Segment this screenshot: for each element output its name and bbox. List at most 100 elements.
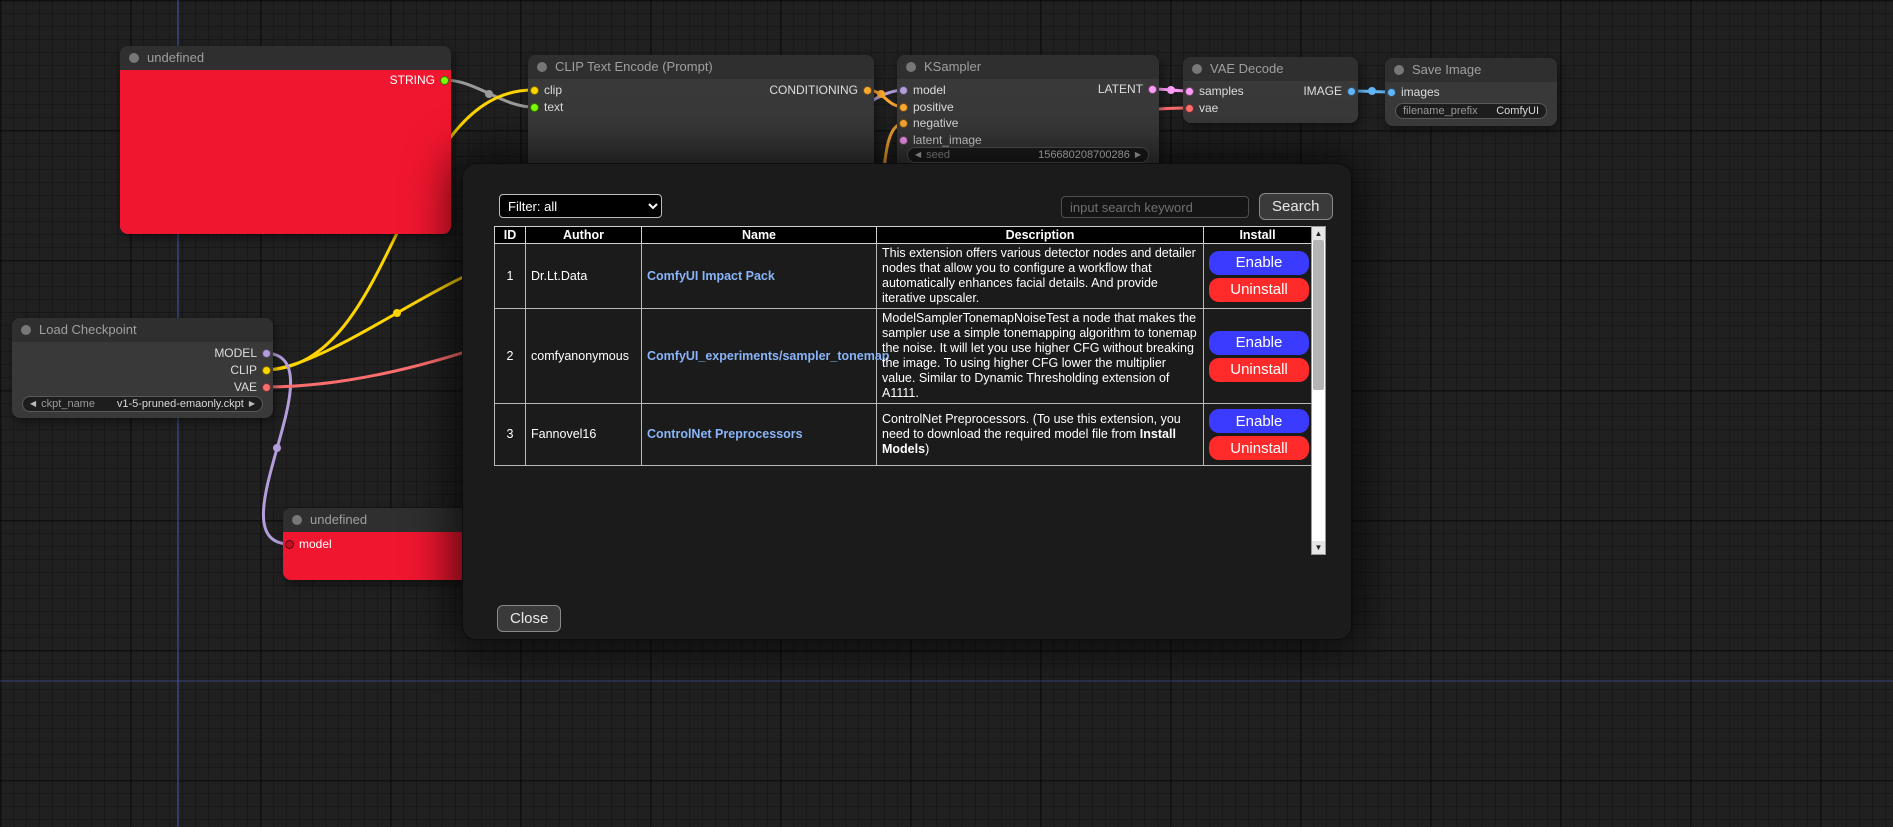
table-header-row: ID Author Name Description Install [495, 227, 1312, 244]
node-load-checkpoint[interactable]: Load Checkpoint MODEL CLIP VAE ◀ ckpt_na… [12, 318, 273, 418]
extension-id: 2 [495, 309, 526, 404]
scrollbar-thumb[interactable] [1313, 240, 1324, 390]
close-button[interactable]: Close [497, 605, 561, 632]
input-dot-negative[interactable] [899, 119, 908, 128]
output-dot-vae[interactable] [262, 383, 271, 392]
widget-ckpt-name[interactable]: ◀ ckpt_name v1-5-pruned-emaonly.ckpt ▶ [22, 396, 263, 412]
table-row: 3 Fannovel16 ControlNet Preprocessors Co… [495, 404, 1312, 466]
filter-select[interactable]: Filter: all [499, 194, 662, 218]
node-title-bar[interactable]: undefined [283, 508, 469, 532]
node-vae-decode[interactable]: VAE Decode samples vae IMAGE [1183, 57, 1358, 123]
output-slot-latent: LATENT [1098, 82, 1157, 96]
node-title: Load Checkpoint [39, 322, 137, 337]
node-title: KSampler [924, 59, 981, 74]
slot-label: vae [1199, 101, 1218, 115]
wire-midpoint-dot [485, 90, 493, 98]
error-node-body [120, 70, 451, 234]
slot-label: CONDITIONING [769, 83, 858, 97]
increment-icon[interactable]: ▶ [249, 396, 255, 412]
node-title-bar[interactable]: Save Image [1385, 58, 1557, 82]
extension-author: Fannovel16 [526, 404, 642, 466]
extension-description: ControlNet Preprocessors. (To use this e… [877, 404, 1204, 466]
input-dot-model[interactable] [899, 86, 908, 95]
node-title: undefined [147, 50, 204, 65]
output-slot-model: MODEL [214, 346, 271, 360]
node-title-bar[interactable]: KSampler [897, 55, 1159, 79]
output-slot-clip: CLIP [230, 363, 271, 377]
slot-label: model [299, 537, 332, 551]
enable-button[interactable]: Enable [1209, 409, 1309, 433]
input-slot-images: images [1387, 85, 1440, 99]
node-title-bar[interactable]: CLIP Text Encode (Prompt) [528, 55, 874, 79]
node-collapse-dot[interactable] [129, 53, 139, 63]
header-id: ID [495, 227, 526, 244]
input-slot-vae: vae [1185, 101, 1218, 115]
description-text: ModelSamplerTonemapNoiseTest a node that… [882, 311, 1197, 400]
node-title-bar[interactable]: Load Checkpoint [12, 318, 273, 342]
input-slot-latent-image: latent_image [899, 133, 982, 147]
enable-button[interactable]: Enable [1209, 331, 1309, 355]
node-save-image[interactable]: Save Image images filename_prefix ComfyU… [1385, 58, 1557, 126]
extension-name-link[interactable]: ComfyUI Impact Pack [647, 269, 775, 283]
slot-label: MODEL [214, 346, 257, 360]
input-dot-vae[interactable] [1185, 104, 1194, 113]
scroll-down-icon[interactable]: ▼ [1312, 541, 1325, 554]
output-dot-conditioning[interactable] [863, 86, 872, 95]
slot-label: clip [544, 83, 562, 97]
decrement-icon[interactable]: ◀ [915, 147, 921, 163]
node-title-bar[interactable]: VAE Decode [1183, 57, 1358, 81]
extension-install-cell: Enable Uninstall [1204, 309, 1312, 404]
scrollbar[interactable]: ▲ ▼ [1311, 226, 1326, 555]
input-dot-samples[interactable] [1185, 87, 1194, 96]
node-collapse-dot[interactable] [292, 515, 302, 525]
widget-seed[interactable]: ◀ seed 156680208700286 ▶ [907, 147, 1149, 163]
node-collapse-dot[interactable] [1192, 64, 1202, 74]
node-collapse-dot[interactable] [21, 325, 31, 335]
description-text: ) [925, 442, 929, 456]
widget-filename-prefix[interactable]: filename_prefix ComfyUI [1395, 103, 1547, 119]
node-collapse-dot[interactable] [1394, 65, 1404, 75]
enable-button[interactable]: Enable [1209, 251, 1309, 275]
decrement-icon[interactable]: ◀ [30, 396, 36, 412]
header-name: Name [642, 227, 877, 244]
input-dot-model[interactable] [285, 540, 294, 549]
slot-label: positive [913, 100, 954, 114]
search-input[interactable] [1061, 196, 1249, 218]
node-title: VAE Decode [1210, 61, 1283, 76]
extension-name-link[interactable]: ControlNet Preprocessors [647, 427, 803, 441]
node-undefined-bottom[interactable]: undefined model [283, 508, 469, 580]
slot-label: VAE [234, 380, 257, 394]
increment-icon[interactable]: ▶ [1135, 147, 1141, 163]
comfyui-canvas[interactable]: undefined STRING CLIP Text Encode (Promp… [0, 0, 1893, 827]
extensions-table: ID Author Name Description Install 1 Dr.… [494, 226, 1312, 466]
extension-author: comfyanonymous [526, 309, 642, 404]
input-dot-images[interactable] [1387, 88, 1396, 97]
table-row: 1 Dr.Lt.Data ComfyUI Impact Pack This ex… [495, 244, 1312, 309]
node-title-bar[interactable]: undefined [120, 46, 451, 70]
input-dot-clip[interactable] [530, 86, 539, 95]
uninstall-button[interactable]: Uninstall [1209, 278, 1309, 302]
input-dot-positive[interactable] [899, 103, 908, 112]
output-dot-image[interactable] [1347, 87, 1356, 96]
output-slot-conditioning: CONDITIONING [769, 83, 872, 97]
output-dot-string[interactable] [440, 76, 449, 85]
description-text: This extension offers various detector n… [882, 246, 1196, 305]
input-slot-text: text [530, 100, 563, 114]
node-undefined-top[interactable]: undefined STRING [120, 46, 451, 234]
header-install: Install [1204, 227, 1312, 244]
input-dot-latent-image[interactable] [899, 136, 908, 145]
node-title: Save Image [1412, 62, 1481, 77]
extension-description: ModelSamplerTonemapNoiseTest a node that… [877, 309, 1204, 404]
output-dot-latent[interactable] [1148, 85, 1157, 94]
search-button[interactable]: Search [1259, 193, 1333, 220]
output-dot-clip[interactable] [262, 366, 271, 375]
output-dot-model[interactable] [262, 349, 271, 358]
scroll-up-icon[interactable]: ▲ [1312, 227, 1325, 240]
input-dot-text[interactable] [530, 103, 539, 112]
uninstall-button[interactable]: Uninstall [1209, 436, 1309, 460]
slot-label: latent_image [913, 133, 982, 147]
extension-name-link[interactable]: ComfyUI_experiments/sampler_tonemap [647, 349, 889, 363]
node-collapse-dot[interactable] [537, 62, 547, 72]
node-collapse-dot[interactable] [906, 62, 916, 72]
uninstall-button[interactable]: Uninstall [1209, 358, 1309, 382]
